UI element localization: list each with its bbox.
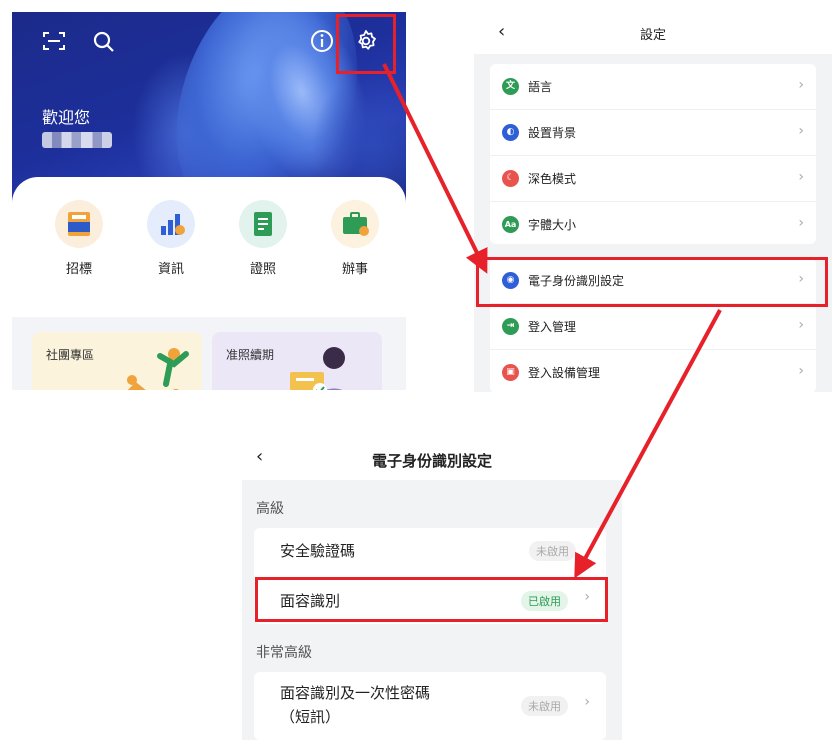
- settings-item-label: 設置背景: [528, 126, 577, 140]
- chevron-right-icon: ›: [584, 694, 590, 710]
- very-advanced-card: 面容識別及一次性密碼 （短訊） 未啟用 ›: [254, 672, 606, 740]
- chevron-right-icon: ›: [798, 317, 804, 333]
- font-size-icon: Aa: [502, 216, 519, 233]
- device-icon: ▣: [502, 364, 519, 381]
- eid-item-label-line2: （短訊）: [280, 708, 341, 726]
- settings-item-background[interactable]: ◐ 設置背景 ›: [490, 110, 816, 156]
- people-illustration-icon: [127, 348, 189, 390]
- service-label: 辦事: [341, 262, 368, 277]
- promo-label: 社團專區: [46, 348, 95, 362]
- dark-mode-icon: ☾: [502, 170, 519, 187]
- settings-group-display: 文 語言 › ◐ 設置背景 › ☾ 深色模式 › Aa 字體大小 ›: [490, 64, 816, 244]
- background-icon: ◐: [502, 124, 519, 141]
- settings-item-login-management[interactable]: ⇥ 登入管理 ›: [490, 304, 816, 350]
- settings-highlight-box: [336, 14, 396, 74]
- home-screen: 歡迎您 招標 資訊 證照 辦事 社團專區 准照續期: [12, 12, 406, 390]
- service-affairs[interactable]: 辦事: [320, 200, 390, 277]
- chevron-right-icon: ›: [798, 123, 804, 139]
- blurred-username: [42, 132, 112, 148]
- promo-label: 准照續期: [226, 348, 275, 362]
- settings-item-device-management[interactable]: ▣ 登入設備管理 ›: [490, 350, 816, 392]
- chevron-right-icon: ›: [798, 363, 804, 379]
- service-info[interactable]: 資訊: [136, 200, 206, 277]
- status-badge: 未啟用: [529, 541, 576, 561]
- section-header-advanced: 高級: [256, 501, 284, 517]
- login-icon: ⇥: [502, 318, 519, 335]
- promo-license-renewal[interactable]: 准照續期: [212, 332, 382, 390]
- eid-item-security-code[interactable]: 安全驗證碼 未啟用: [254, 528, 606, 572]
- license-icon: [239, 200, 287, 248]
- page-title: 設定: [639, 28, 666, 43]
- page-title: 電子身份識別設定: [371, 452, 492, 470]
- service-license[interactable]: 證照: [228, 200, 298, 277]
- briefcase-icon: [331, 200, 379, 248]
- tender-icon: [55, 200, 103, 248]
- face-recognition-highlight-box: [255, 577, 608, 622]
- info-chart-icon: [147, 200, 195, 248]
- search-icon[interactable]: [92, 30, 116, 54]
- eid-nav-bar: ‹ 電子身份識別設定: [242, 438, 622, 480]
- settings-item-label: 語言: [528, 80, 553, 94]
- scan-icon[interactable]: [42, 30, 66, 52]
- eid-item-label-line1: 面容識別及一次性密碼: [280, 684, 431, 702]
- service-tender[interactable]: 招標: [44, 200, 114, 277]
- service-label: 證照: [249, 262, 276, 277]
- settings-item-language[interactable]: 文 語言 ›: [490, 64, 816, 110]
- settings-item-label: 登入管理: [528, 320, 577, 334]
- settings-screen: ‹ 設定 文 語言 › ◐ 設置背景 › ☾ 深色模式 › Aa 字體大小 › …: [474, 12, 832, 392]
- settings-nav-bar: ‹ 設定: [474, 12, 832, 54]
- language-icon: 文: [502, 78, 519, 95]
- status-badge: 未啟用: [521, 696, 568, 716]
- chevron-right-icon: ›: [798, 169, 804, 185]
- welcome-text: 歡迎您: [42, 108, 91, 127]
- settings-item-font-size[interactable]: Aa 字體大小 ›: [490, 202, 816, 247]
- chevron-right-icon: ›: [798, 215, 804, 231]
- settings-item-label: 登入設備管理: [528, 366, 601, 380]
- settings-item-label: 深色模式: [528, 172, 577, 186]
- person-document-illustration-icon: [290, 347, 345, 390]
- settings-item-dark-mode[interactable]: ☾ 深色模式 ›: [490, 156, 816, 202]
- service-label: 資訊: [157, 262, 184, 277]
- info-icon[interactable]: [310, 29, 334, 53]
- eid-highlight-box: [476, 257, 828, 307]
- eid-item-face-otp[interactable]: 面容識別及一次性密碼 （短訊） 未啟用 ›: [254, 672, 606, 740]
- settings-item-label: 字體大小: [528, 218, 577, 232]
- chevron-right-icon: ›: [798, 77, 804, 93]
- eid-item-label: 安全驗證碼: [280, 542, 356, 560]
- promo-clubs[interactable]: 社團專區: [32, 332, 202, 390]
- section-header-very-advanced: 非常高級: [256, 645, 312, 661]
- service-label: 招標: [65, 262, 92, 277]
